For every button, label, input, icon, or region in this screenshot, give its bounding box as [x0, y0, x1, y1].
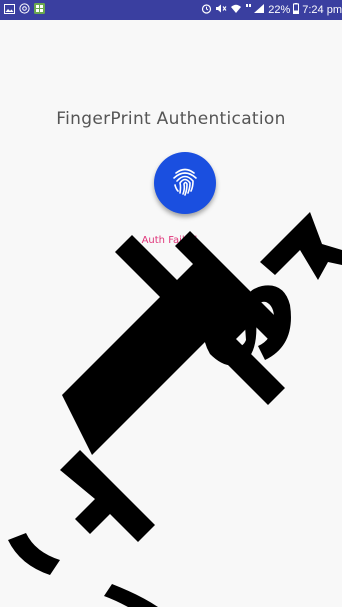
- watermark-letter-s: [203, 285, 291, 366]
- watermark-letter-t: [62, 231, 285, 455]
- clock: 7:24 pm: [302, 4, 342, 16]
- hd-signal-icon: [245, 3, 265, 17]
- watermark-letter-f: [60, 450, 155, 542]
- watermark-logo: [8, 212, 342, 607]
- status-bar-right: 22% 7:24 pm: [201, 3, 342, 17]
- battery-percentage: 22%: [268, 4, 291, 16]
- app-notification-icon: [34, 3, 45, 17]
- mute-icon: [215, 3, 227, 17]
- alarm-icon: [201, 3, 212, 17]
- image-icon: [4, 3, 15, 17]
- status-bar-left: [4, 3, 45, 17]
- auth-status-message: Auth Failed.: [141, 235, 201, 246]
- status-bar: 22% 7:24 pm: [0, 0, 342, 20]
- page-title: FingerPrint Authentication: [56, 109, 286, 129]
- watermark-letter-m: [260, 212, 342, 280]
- watermark-arc-bottom: [104, 584, 158, 607]
- wifi-icon: [230, 3, 242, 17]
- at-sign-icon: [19, 3, 30, 17]
- battery-icon: [293, 3, 300, 17]
- watermark-arc: [8, 533, 60, 575]
- fingerprint-icon: [170, 165, 200, 201]
- app-screen: 22% 7:24 pm FingerPrint Authentication A…: [0, 0, 342, 607]
- fingerprint-button[interactable]: [154, 152, 216, 214]
